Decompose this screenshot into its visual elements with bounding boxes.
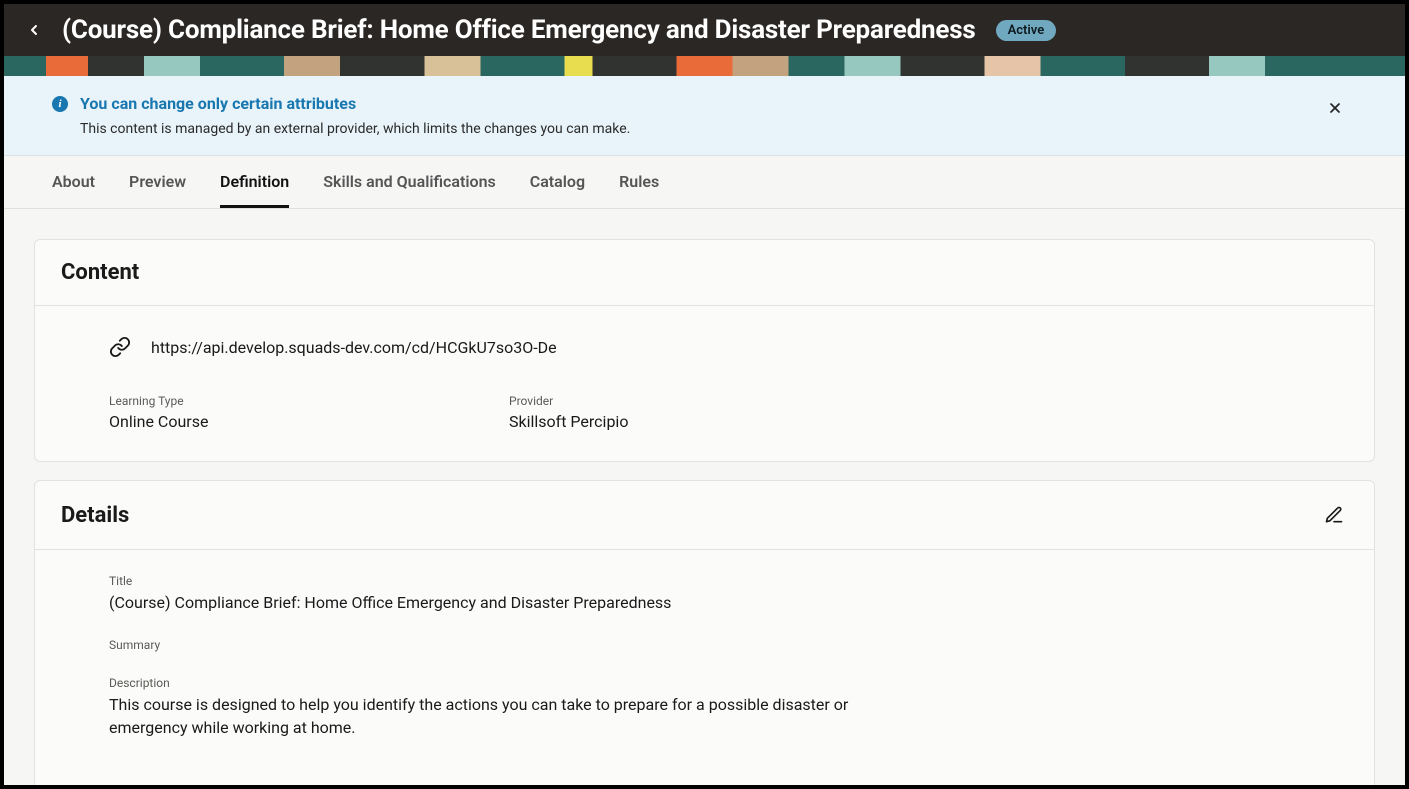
content-area: Content https://api.develop.squads-dev.c…: [4, 209, 1405, 785]
close-icon[interactable]: [1321, 94, 1349, 122]
field-label: Learning Type: [109, 394, 429, 408]
tab-skills-and-qualifications[interactable]: Skills and Qualifications: [323, 156, 496, 208]
tabs-row: About Preview Definition Skills and Qual…: [4, 156, 1405, 209]
detail-label: Summary: [109, 638, 929, 652]
field-value: Online Course: [109, 412, 429, 431]
content-card: Content https://api.develop.squads-dev.c…: [34, 239, 1375, 462]
detail-summary: Summary: [109, 638, 929, 652]
detail-title: Title (Course) Compliance Brief: Home Of…: [109, 574, 929, 614]
detail-description: Description This course is designed to h…: [109, 676, 929, 739]
status-badge: Active: [996, 20, 1057, 41]
field-learning-type: Learning Type Online Course: [109, 394, 429, 431]
tab-rules[interactable]: Rules: [619, 156, 659, 208]
info-icon: i: [52, 96, 68, 112]
field-value: Skillsoft Percipio: [509, 412, 829, 431]
page-title: (Course) Compliance Brief: Home Office E…: [62, 15, 976, 45]
header-bar: (Course) Compliance Brief: Home Office E…: [4, 4, 1405, 56]
detail-label: Title: [109, 574, 929, 588]
tab-definition[interactable]: Definition: [220, 156, 289, 208]
tab-about[interactable]: About: [52, 156, 95, 208]
decorative-banner: [4, 56, 1405, 76]
detail-label: Description: [109, 676, 929, 690]
field-label: Provider: [509, 394, 829, 408]
link-icon: [109, 336, 131, 358]
content-card-title: Content: [61, 260, 139, 285]
notice-body: This content is managed by an external p…: [80, 121, 630, 137]
tab-preview[interactable]: Preview: [129, 156, 186, 208]
notice-title: You can change only certain attributes: [80, 94, 630, 113]
edit-button[interactable]: [1320, 501, 1348, 529]
info-notice: i You can change only certain attributes…: [4, 76, 1405, 156]
content-url: https://api.develop.squads-dev.com/cd/HC…: [151, 338, 557, 357]
detail-value: This course is designed to help you iden…: [109, 694, 929, 739]
tab-catalog[interactable]: Catalog: [530, 156, 585, 208]
back-button[interactable]: [20, 16, 48, 44]
field-provider: Provider Skillsoft Percipio: [509, 394, 829, 431]
details-card: Details Title (Course) Compliance Brief:…: [34, 480, 1375, 785]
detail-value: (Course) Compliance Brief: Home Office E…: [109, 592, 929, 614]
details-card-title: Details: [61, 503, 129, 528]
